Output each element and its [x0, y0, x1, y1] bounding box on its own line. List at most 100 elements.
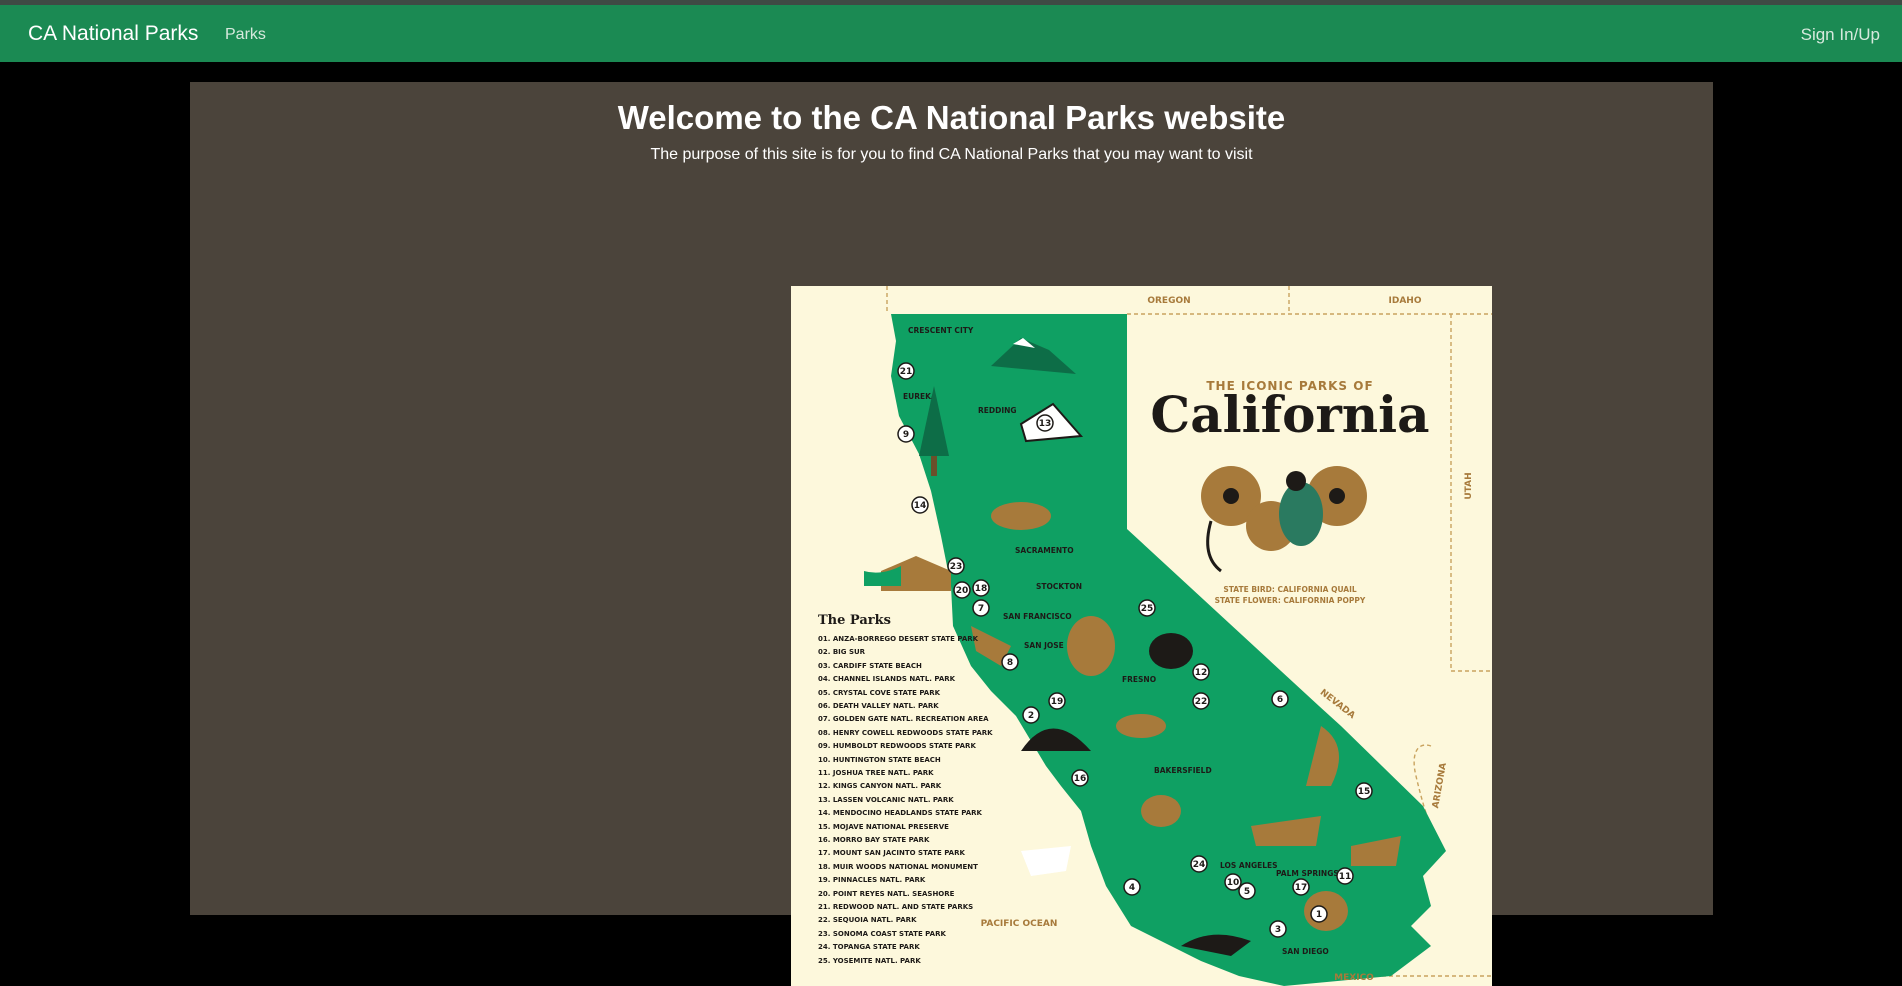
marker-7: 7 — [972, 599, 990, 617]
svg-text:7: 7 — [978, 604, 984, 614]
marker-5: 5 — [1238, 882, 1256, 900]
parks-list-item: 20. POINT REYES NATL. SEASHORE — [818, 890, 955, 898]
label-utah: UTAH — [1464, 472, 1474, 499]
marker-16: 16 — [1071, 769, 1089, 787]
parks-list-item: 11. JOSHUA TREE NATL. PARK — [818, 769, 934, 777]
parks-list-item: 12. KINGS CANYON NATL. PARK — [818, 782, 942, 790]
map-illustration: THE ICONIC PARKS OF California STATE BIR… — [791, 286, 1492, 986]
main-panel: Welcome to the CA National Parks website… — [190, 82, 1713, 986]
parks-list-item: 18. MUIR WOODS NATIONAL MONUMENT — [818, 863, 978, 871]
parks-list-item: 09. HUMBOLDT REDWOODS STATE PARK — [818, 742, 976, 750]
svg-text:2: 2 — [1028, 711, 1034, 721]
svg-text:20: 20 — [956, 586, 969, 596]
parks-list-item: 04. CHANNEL ISLANDS NATL. PARK — [818, 675, 956, 683]
svg-text:6: 6 — [1277, 695, 1283, 705]
svg-text:19: 19 — [1051, 697, 1064, 707]
parks-list-item: 10. HUNTINGTON STATE BEACH — [818, 756, 941, 764]
parks-list-item: 25. YOSEMITE NATL. PARK — [818, 957, 921, 965]
brand-link[interactable]: CA National Parks — [28, 22, 198, 46]
city-crescent-city: CRESCENT CITY — [908, 326, 974, 335]
sign-in-link[interactable]: Sign In/Up — [1801, 25, 1880, 45]
marker-11: 11 — [1336, 867, 1354, 885]
svg-text:3: 3 — [1275, 925, 1281, 935]
svg-text:4: 4 — [1129, 883, 1135, 893]
parks-list-item: 06. DEATH VALLEY NATL. PARK — [818, 702, 939, 710]
svg-text:10: 10 — [1227, 878, 1240, 888]
map-title: California — [1150, 385, 1429, 444]
marker-8: 8 — [1001, 653, 1019, 671]
label-oregon: OREGON — [1147, 296, 1190, 306]
parks-list-item: 24. TOPANGA STATE PARK — [818, 943, 920, 951]
svg-text:12: 12 — [1195, 668, 1208, 678]
parks-list-item: 22. SEQUOIA NATL. PARK — [818, 916, 917, 924]
marker-2: 2 — [1022, 706, 1040, 724]
city-san-diego: SAN DIEGO — [1282, 947, 1329, 956]
parks-list-item: 08. HENRY COWELL REDWOODS STATE PARK — [818, 729, 993, 737]
parks-list-item: 05. CRYSTAL COVE STATE PARK — [818, 689, 941, 697]
marker-15: 15 — [1355, 782, 1373, 800]
state-bird-text: STATE BIRD: CALIFORNIA QUAIL — [1223, 585, 1357, 594]
marker-12: 12 — [1192, 663, 1210, 681]
svg-text:25: 25 — [1141, 604, 1154, 614]
svg-text:14: 14 — [914, 501, 927, 511]
parks-list-item: 02. BIG SUR — [818, 648, 866, 656]
marker-13: 13 — [1036, 414, 1054, 432]
city-sacramento: SACRAMENTO — [1015, 546, 1074, 555]
nav-link-parks[interactable]: Parks — [225, 25, 266, 45]
marker-22: 22 — [1192, 692, 1210, 710]
parks-list-item: 03. CARDIFF STATE BEACH — [818, 662, 922, 670]
parks-list-heading: The Parks — [818, 613, 891, 628]
page-subtitle: The purpose of this site is for you to f… — [650, 146, 1253, 163]
marker-10: 10 — [1224, 873, 1242, 891]
marker-23: 23 — [947, 557, 965, 575]
city-stockton: STOCKTON — [1036, 582, 1082, 591]
parks-list-item: 23. SONOMA COAST STATE PARK — [818, 930, 946, 938]
marker-17: 17 — [1292, 878, 1310, 896]
svg-text:9: 9 — [903, 430, 909, 440]
svg-text:23: 23 — [950, 562, 963, 572]
parks-list-item: 19. PINNACLES NATL. PARK — [818, 876, 926, 884]
svg-text:5: 5 — [1244, 887, 1250, 897]
svg-text:15: 15 — [1358, 787, 1371, 797]
state-flower-text: STATE FLOWER: CALIFORNIA POPPY — [1215, 596, 1366, 605]
page-title: Welcome to the CA National Parks website — [617, 99, 1286, 136]
svg-text:8: 8 — [1007, 658, 1013, 668]
marker-9: 9 — [897, 425, 915, 443]
marker-24: 24 — [1190, 855, 1208, 873]
california-parks-map: THE ICONIC PARKS OF California STATE BIR… — [791, 286, 1492, 986]
svg-text:16: 16 — [1074, 774, 1087, 784]
marker-4: 4 — [1123, 878, 1141, 896]
parks-list-item: 13. LASSEN VOLCANIC NATL. PARK — [818, 796, 954, 804]
marker-3: 3 — [1269, 920, 1287, 938]
label-pacific-ocean: PACIFIC OCEAN — [981, 919, 1058, 929]
label-mexico: MEXICO — [1334, 973, 1374, 983]
marker-25: 25 — [1138, 599, 1156, 617]
parks-list-item: 07. GOLDEN GATE NATL. RECREATION AREA — [818, 715, 989, 723]
city-palm-springs: PALM SPRINGS — [1276, 869, 1339, 878]
svg-text:21: 21 — [900, 367, 913, 377]
city-los-angeles: LOS ANGELES — [1220, 861, 1278, 870]
marker-1: 1 — [1310, 905, 1328, 923]
city-redding: REDDING — [978, 406, 1017, 415]
svg-text:22: 22 — [1195, 697, 1208, 707]
marker-21: 21 — [897, 362, 915, 380]
marker-6: 6 — [1271, 690, 1289, 708]
svg-text:11: 11 — [1339, 872, 1352, 882]
marker-19: 19 — [1048, 692, 1066, 710]
marker-18: 18 — [972, 579, 990, 597]
svg-text:18: 18 — [975, 584, 988, 594]
parks-list-item: 17. MOUNT SAN JACINTO STATE PARK — [818, 849, 965, 857]
parks-list-item: 21. REDWOOD NATL. AND STATE PARKS — [818, 903, 973, 911]
city-bakersfield: BAKERSFIELD — [1154, 766, 1212, 775]
parks-list-item: 14. MENDOCINO HEADLANDS STATE PARK — [818, 809, 983, 817]
city-san-francisco: SAN FRANCISCO — [1003, 612, 1072, 621]
marker-14: 14 — [911, 496, 929, 514]
city-san-jose: SAN JOSE — [1024, 641, 1064, 650]
parks-list-item: 16. MORRO BAY STATE PARK — [818, 836, 930, 844]
svg-text:13: 13 — [1039, 419, 1052, 429]
parks-list-item: 01. ANZA-BORREGO DESERT STATE PARK — [818, 635, 979, 643]
svg-text:1: 1 — [1316, 910, 1322, 920]
marker-20: 20 — [953, 581, 971, 599]
label-idaho: IDAHO — [1389, 296, 1422, 306]
city-fresno: FRESNO — [1122, 675, 1156, 684]
